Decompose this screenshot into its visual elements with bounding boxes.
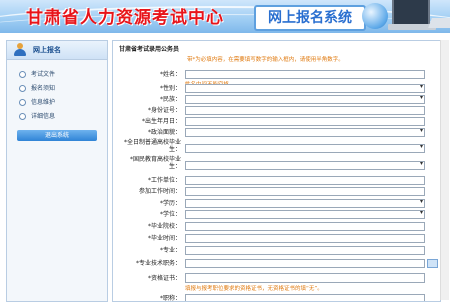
sidebar-item-label: 报名须知 [31, 85, 56, 92]
fulltime-graduate-select[interactable] [185, 143, 425, 153]
tech-title-input[interactable] [185, 259, 425, 268]
field-label: *姓名： [159, 71, 181, 78]
degree-select[interactable] [185, 209, 425, 219]
sidebar-item-registration-notice[interactable]: 报名须知 [17, 81, 107, 95]
keyboard-icon [428, 18, 450, 28]
field-label: *国民教育高校毕业 生： [129, 156, 181, 170]
field-label: *专业技术职务： [135, 260, 181, 267]
field-label: *民族： [159, 96, 181, 103]
school-input[interactable] [185, 222, 425, 231]
gender-select[interactable] [185, 83, 425, 93]
globe-icon [362, 3, 388, 29]
sidebar-item-label: 信息维护 [31, 99, 56, 106]
field-label: *工作单位： [147, 177, 181, 184]
sidebar-item-exam-files[interactable]: 考试文件 [17, 67, 107, 81]
field-label: 参加工作时间： [138, 188, 181, 195]
page-scrollbar[interactable] [440, 40, 449, 300]
ethnicity-select[interactable] [185, 94, 425, 104]
field-label: *全日制普通高校毕业 生： [123, 139, 181, 153]
political-status-select[interactable] [185, 127, 425, 137]
sidebar-item-label: 详细信息 [31, 113, 56, 120]
bullet-icon [19, 85, 26, 92]
birth-date-input[interactable] [185, 117, 425, 126]
sidebar: 网上报名 考试文件 报名须知 信息维护 详细信息 退出系统 [6, 40, 108, 302]
name-input[interactable] [185, 70, 425, 79]
sidebar-item-info-maintenance[interactable]: 信息维护 [17, 95, 107, 109]
form-title: 甘肃省考试录用公务员 [119, 46, 180, 53]
page-header: 甘肃省人力资源考试中心 网上报名系统 [0, 0, 450, 33]
id-number-input[interactable] [185, 106, 425, 115]
field-label: *毕业院校： [147, 223, 181, 230]
system-banner: 网上报名系统 [254, 5, 366, 31]
work-unit-input[interactable] [185, 176, 425, 185]
job-title-input[interactable] [185, 294, 425, 301]
education-select[interactable] [185, 198, 425, 208]
bullet-icon [19, 71, 26, 78]
field-label: *政治面貌： [147, 129, 181, 136]
user-icon [13, 43, 27, 57]
field-label: *学位： [159, 211, 181, 218]
site-title: 甘肃省人力资源考试中心 [26, 8, 224, 28]
bullet-icon [19, 99, 26, 106]
field-label: *出生年月日： [141, 118, 181, 125]
field-label: *职称： [159, 295, 181, 302]
bullet-icon [19, 113, 26, 120]
graduation-date-input[interactable] [185, 234, 425, 243]
registration-form-panel: 甘肃省考试录用公务员 带*为必填内容，在需要填写数字的输入框内，请使用半角数字。… [112, 40, 441, 302]
national-graduate-select[interactable] [185, 160, 425, 170]
field-hint: 填报与报考职位要求的资格证书，无资格证书的填“无”。 [185, 286, 323, 292]
certificate-input[interactable] [185, 273, 425, 283]
sidebar-item-detail-info[interactable]: 详细信息 [17, 109, 107, 123]
field-label: *专业： [159, 247, 181, 254]
field-label: *资格证书： [147, 275, 181, 282]
sidebar-item-label: 考试文件 [31, 71, 56, 78]
work-start-input[interactable] [185, 187, 425, 196]
field-label: *身份证号： [147, 107, 181, 114]
browse-button[interactable] [427, 259, 438, 268]
major-input[interactable] [185, 246, 425, 255]
sidebar-title: 网上报名 [33, 46, 61, 54]
field-label: *学历： [159, 200, 181, 207]
logout-button[interactable]: 退出系统 [17, 130, 97, 141]
field-label: *毕业时间： [147, 235, 181, 242]
sidebar-header: 网上报名 [7, 41, 107, 60]
required-notice: 带*为必填内容，在需要填写数字的输入框内，请使用半角数字。 [187, 57, 344, 63]
field-label: *性别： [159, 85, 181, 92]
